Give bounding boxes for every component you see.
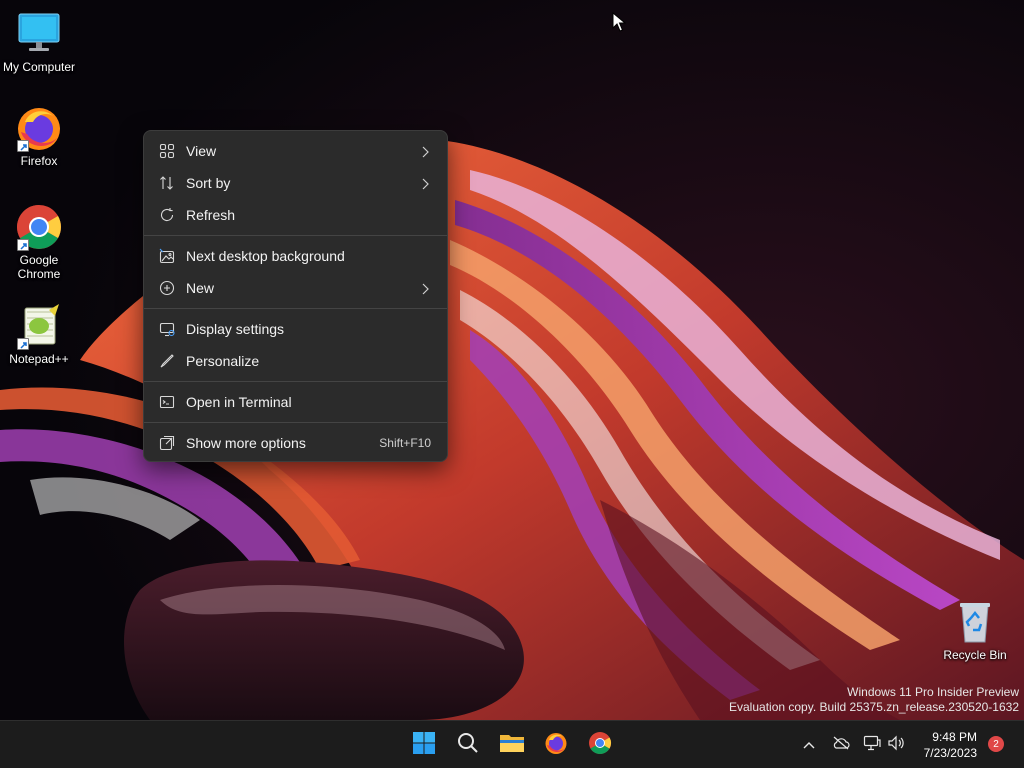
desktop-icon-label: Firefox: [20, 154, 58, 168]
chrome-taskbar-button[interactable]: [584, 729, 616, 761]
chrome-icon: [15, 203, 63, 251]
menu-separator: [144, 235, 447, 236]
start-icon: [412, 731, 436, 760]
view-grid-icon: [159, 143, 175, 159]
menu-item-sort-by[interactable]: Sort by: [148, 167, 443, 199]
menu-item-new[interactable]: New: [148, 272, 443, 304]
display-settings-icon: [159, 321, 175, 337]
menu-item-label: Personalize: [186, 353, 260, 369]
file-explorer-button[interactable]: [496, 729, 528, 761]
chevron-right-icon: [421, 282, 429, 295]
start-button[interactable]: [408, 729, 440, 761]
chevron-up-icon: [803, 736, 815, 754]
next-background-icon: [159, 248, 175, 264]
menu-item-label: Refresh: [186, 207, 236, 223]
network-icon: [863, 735, 881, 756]
menu-item-open-in-terminal[interactable]: Open in Terminal: [148, 386, 443, 418]
recycle-bin-icon: [951, 598, 999, 646]
menu-item-show-more-options[interactable]: Show more options Shift+F10: [148, 427, 443, 459]
menu-separator: [144, 308, 447, 309]
search-icon: [457, 732, 479, 759]
desktop-icon-label: Google Chrome: [17, 253, 61, 281]
firefox-icon: [15, 104, 63, 152]
menu-item-next-desktop-background[interactable]: Next desktop background: [148, 240, 443, 272]
notepadpp-icon: [15, 302, 63, 350]
notification-badge[interactable]: 2: [988, 736, 1004, 752]
menu-item-label: View: [186, 143, 217, 159]
terminal-icon: [159, 394, 175, 410]
menu-item-label: Open in Terminal: [186, 394, 292, 410]
firefox-icon: [544, 731, 568, 760]
onedrive-offline-icon: [832, 736, 850, 755]
menu-separator: [144, 422, 447, 423]
chevron-right-icon: [421, 177, 429, 190]
menu-item-personalize[interactable]: Personalize: [148, 345, 443, 377]
volume-icon: [887, 735, 905, 756]
menu-item-view[interactable]: View: [148, 135, 443, 167]
menu-separator: [144, 381, 447, 382]
evaluation-watermark: Windows 11 Pro Insider Preview Evaluatio…: [729, 685, 1019, 715]
desktop-context-menu: View Sort by Refresh Next desktop backgr…: [143, 130, 448, 462]
clock-time: 9:48 PM: [932, 730, 977, 744]
search-button[interactable]: [452, 729, 484, 761]
desktop-icon-label: Notepad++: [9, 352, 69, 366]
menu-item-refresh[interactable]: Refresh: [148, 199, 443, 231]
watermark-line-2: Evaluation copy. Build 25375.zn_release.…: [729, 700, 1019, 714]
volume-button[interactable]: [886, 735, 906, 755]
chrome-icon: [588, 731, 612, 760]
shortcut-arrow-icon: [17, 140, 29, 152]
new-plus-icon: [159, 280, 175, 296]
menu-item-label: New: [186, 280, 215, 296]
show-more-icon: [159, 435, 175, 451]
keyboard-shortcut: Shift+F10: [379, 436, 431, 450]
onedrive-status-button[interactable]: [831, 735, 851, 755]
sort-icon: [159, 175, 175, 191]
desktop-icon-firefox[interactable]: Firefox: [0, 104, 78, 168]
chevron-right-icon: [421, 145, 429, 158]
network-button[interactable]: [862, 735, 882, 755]
menu-item-label: Sort by: [186, 175, 231, 191]
shortcut-arrow-icon: [17, 239, 29, 251]
clock-button[interactable]: 9:48 PM 7/23/2023: [924, 729, 977, 761]
desktop-icon-label: Recycle Bin: [943, 648, 1007, 662]
desktop-icon-notepadpp[interactable]: Notepad++: [0, 302, 78, 366]
desktop-icon-google-chrome[interactable]: Google Chrome: [0, 203, 78, 281]
refresh-icon: [159, 207, 175, 223]
mouse-cursor-icon: [612, 11, 627, 37]
clock-date: 7/23/2023: [923, 746, 977, 760]
monitor-icon: [15, 10, 63, 58]
shortcut-arrow-icon: [17, 338, 29, 350]
personalize-pen-icon: [159, 353, 175, 369]
taskbar: 9:48 PM 7/23/2023: [0, 720, 1024, 768]
menu-item-label: Show more options: [186, 435, 306, 451]
watermark-line-1: Windows 11 Pro Insider Preview: [847, 685, 1019, 699]
desktop-icon-my-computer[interactable]: My Computer: [0, 10, 78, 74]
desktop-icon-recycle-bin[interactable]: Recycle Bin: [936, 598, 1014, 662]
menu-item-display-settings[interactable]: Display settings: [148, 313, 443, 345]
desktop-icon-label: My Computer: [2, 60, 76, 74]
show-hidden-icons-button[interactable]: [799, 735, 819, 755]
menu-item-label: Display settings: [186, 321, 285, 337]
menu-item-label: Next desktop background: [186, 248, 345, 264]
file-explorer-icon: [499, 732, 525, 759]
firefox-taskbar-button[interactable]: [540, 729, 572, 761]
